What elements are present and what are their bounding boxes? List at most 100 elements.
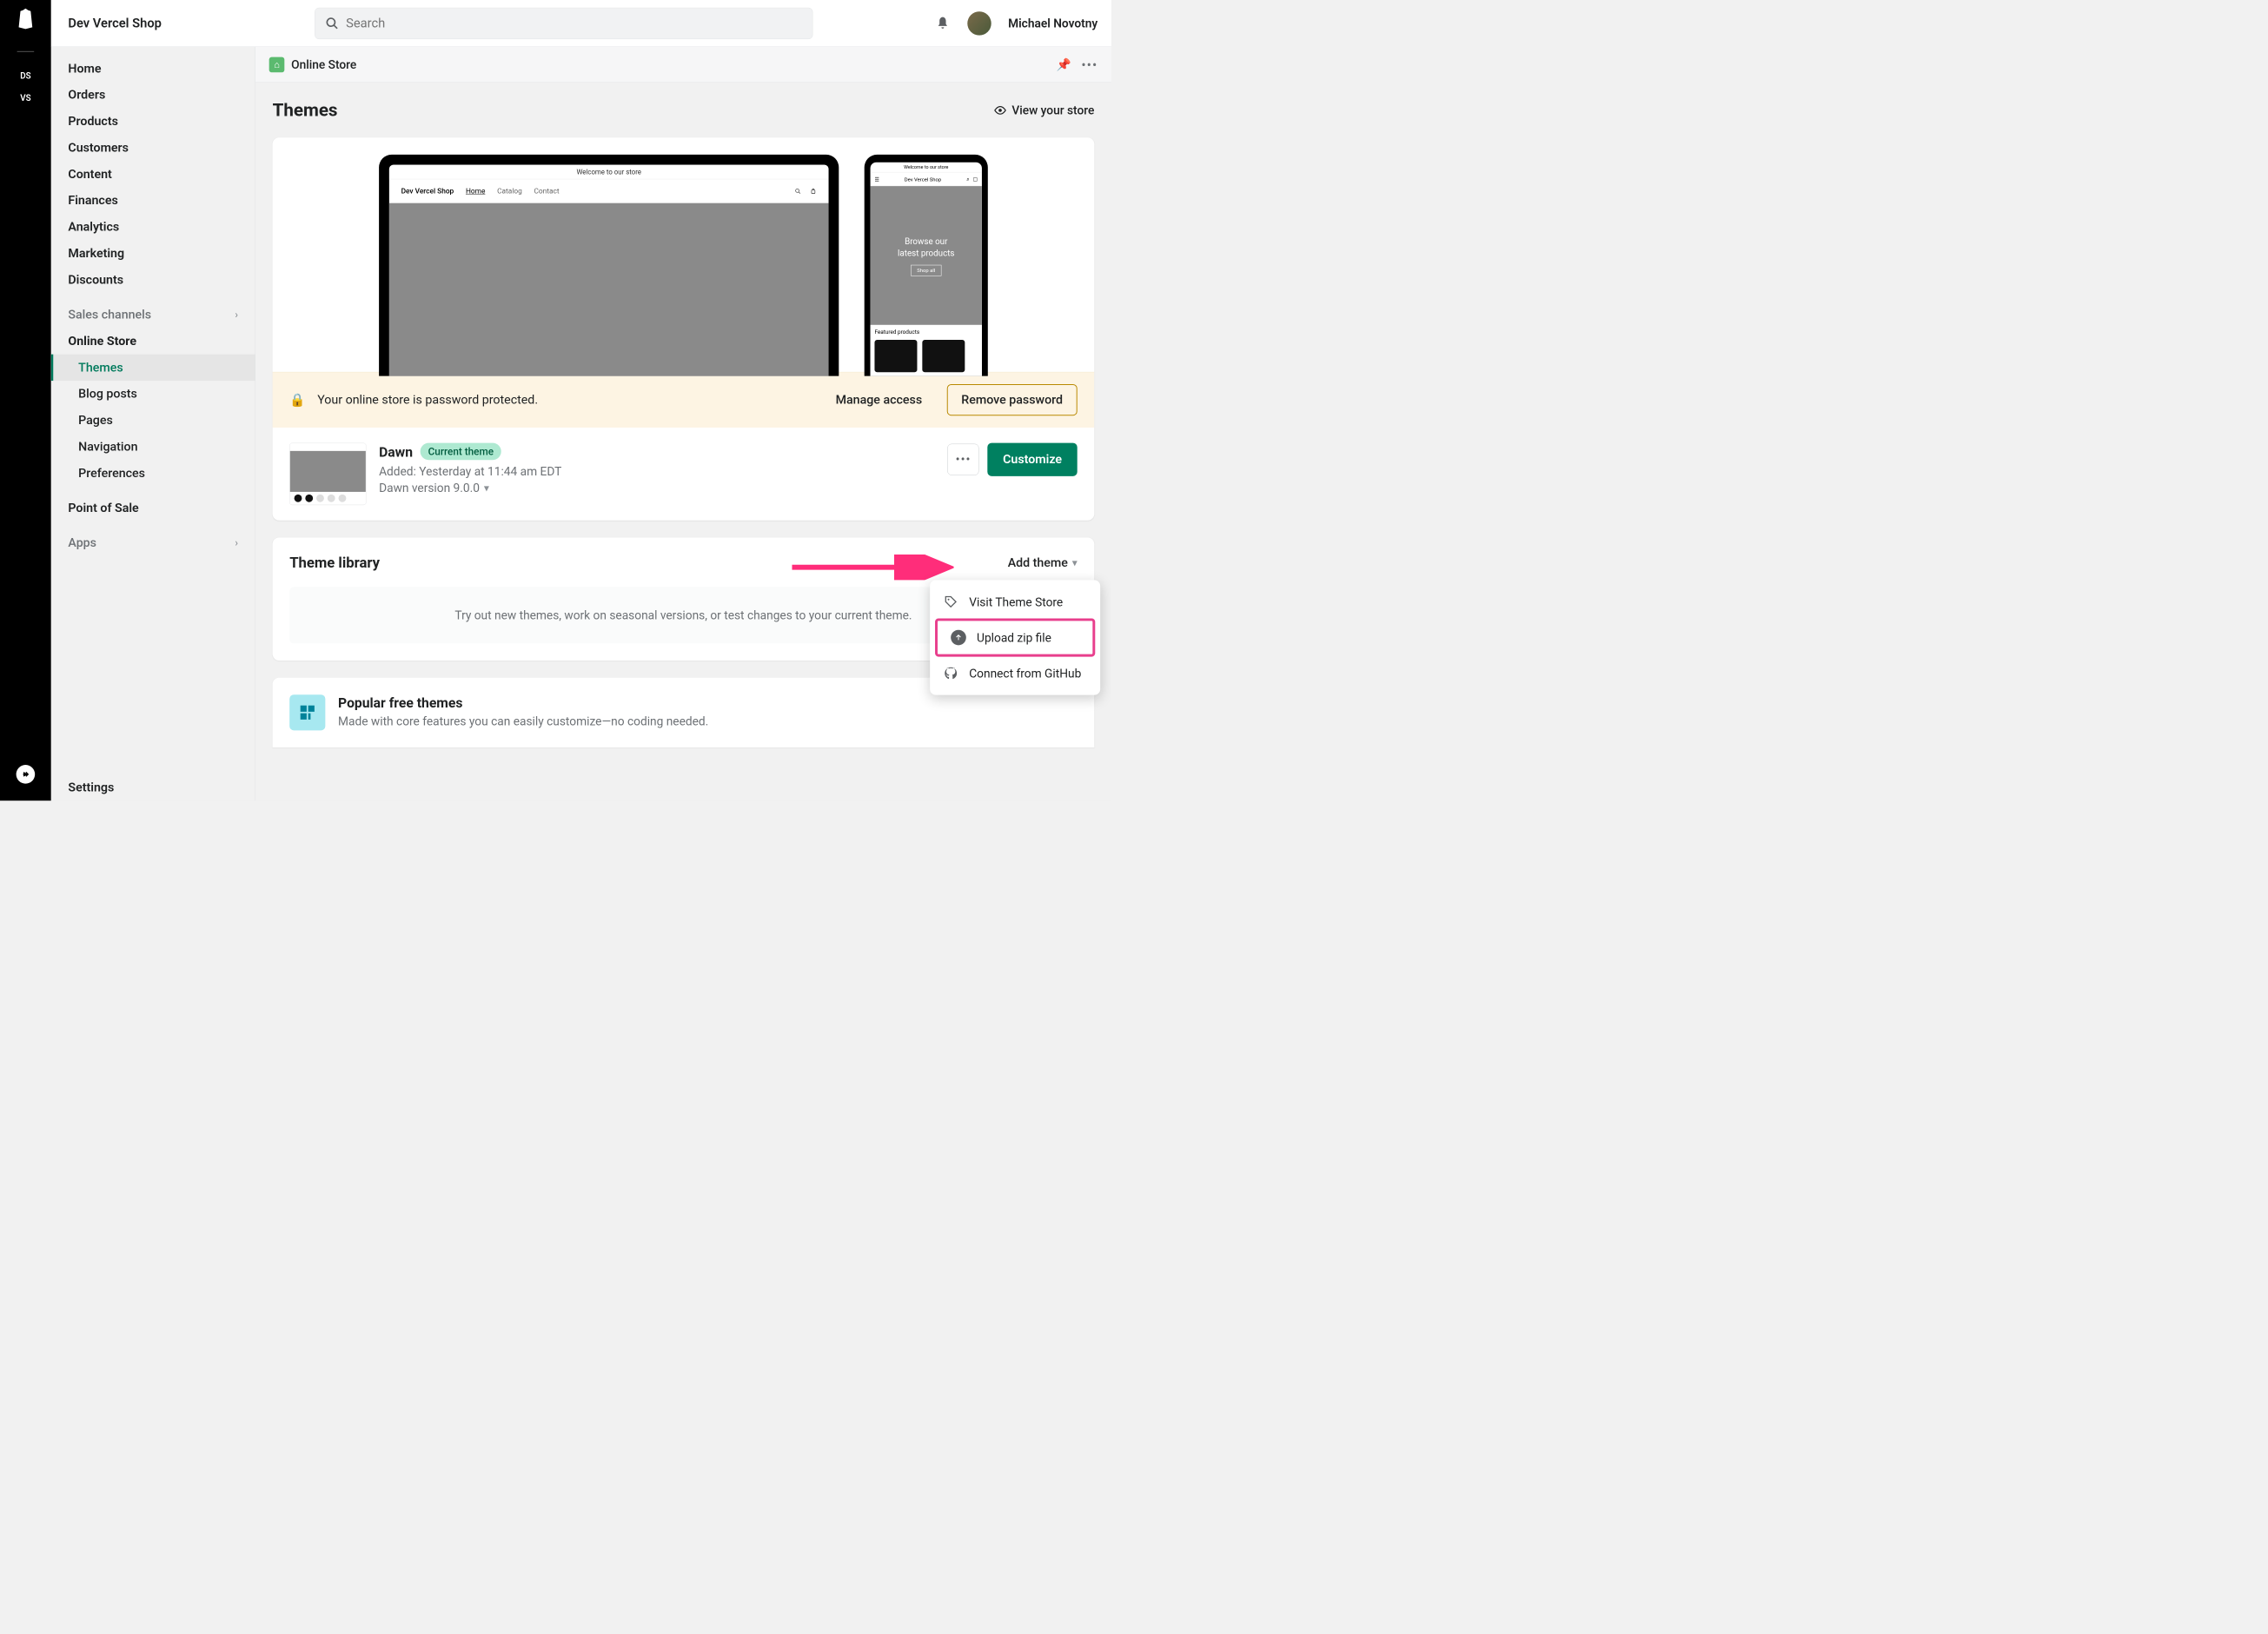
page-title: Themes [273,100,338,121]
rail-item-ds[interactable]: DS [20,70,30,81]
theme-library-card: Theme library Add theme ▾ Try out new th… [273,537,1095,661]
tag-icon [943,594,959,610]
bag-icon [810,188,817,195]
nav-home[interactable]: Home [51,56,255,82]
preview-welcome: Welcome to our store [389,165,829,180]
nav-discounts[interactable]: Discounts [51,267,255,293]
connect-github-item[interactable]: Connect from GitHub [930,657,1100,690]
sales-channels-label: Sales channels [68,308,151,322]
chevron-right-icon: › [235,309,238,321]
visit-theme-store-label: Visit Theme Store [969,594,1063,608]
product-thumb [922,340,965,372]
product-thumb [874,340,917,372]
nav-apps[interactable]: Apps › [51,530,255,556]
menu-icon: ☰ [874,176,879,183]
nav-orders[interactable]: Orders [51,82,255,108]
search-icon [794,188,801,195]
manage-access-link[interactable]: Manage access [836,393,923,408]
top-bar: Dev Vercel Shop Michael Novotny [51,0,1111,47]
view-store-link[interactable]: View your store [994,103,1095,117]
nav-themes[interactable]: Themes [51,355,255,381]
shop-name[interactable]: Dev Vercel Shop [68,16,162,30]
preview-brand: Dev Vercel Shop [401,187,454,196]
connect-github-label: Connect from GitHub [969,667,1081,681]
context-title: Online Store [291,57,356,71]
nav-online-store[interactable]: Online Store [51,328,255,354]
current-theme-badge: Current theme [421,443,501,461]
rail-expand-button[interactable] [17,765,36,784]
nav-content[interactable]: Content [51,161,255,187]
add-theme-button[interactable]: Add theme ▾ [1008,555,1078,570]
user-name[interactable]: Michael Novotny [1008,17,1098,30]
context-bar: ⌂ Online Store 📌 ••• [255,47,1111,83]
theme-version-label: Dawn version 9.0.0 [379,481,480,495]
search-icon [326,17,340,30]
grid-icon [289,694,325,730]
theme-thumbnail [289,443,366,506]
add-theme-label: Add theme [1008,555,1068,570]
nav-settings[interactable]: Settings [51,774,255,800]
nav-finances[interactable]: Finances [51,188,255,214]
preview-nav-home: Home [466,187,485,196]
theme-version[interactable]: Dawn version 9.0.0 ▾ [379,481,935,495]
left-rail: DS VS [0,0,51,800]
more-icon[interactable]: ••• [1081,56,1098,73]
pin-icon[interactable]: 📌 [1057,57,1071,71]
popular-desc: Made with core features you can easily c… [338,714,708,728]
avatar[interactable] [967,11,991,35]
current-theme-row: Dawn Current theme Added: Yesterday at 1… [273,428,1095,521]
eye-icon [994,103,1007,116]
preview-nav-catalog: Catalog [497,187,522,196]
banner-text: Your online store is password protected. [317,393,824,408]
nav-sales-channels[interactable]: Sales channels › [51,302,255,328]
caret-down-icon: ▾ [484,482,489,494]
nav-products[interactable]: Products [51,108,255,134]
lock-icon: 🔒 [289,393,305,408]
remove-password-button[interactable]: Remove password [947,384,1078,415]
search-field[interactable] [315,8,812,39]
visit-theme-store-item[interactable]: Visit Theme Store [930,585,1100,618]
github-icon [943,665,959,681]
theme-preview-card: Welcome to our store Dev Vercel Shop Hom… [273,137,1095,521]
nav-pages[interactable]: Pages [51,407,255,433]
customize-button[interactable]: Customize [987,443,1077,476]
nav-point-of-sale[interactable]: Point of Sale [51,495,255,521]
nav-blog-posts[interactable]: Blog posts [51,381,255,407]
mobile-brand: Dev Vercel Shop [905,176,941,183]
preview-nav-contact: Contact [534,187,559,196]
theme-added: Added: Yesterday at 11:44 am EDT [379,464,935,478]
upload-zip-label: Upload zip file [977,630,1051,644]
content-area: ⌂ Online Store 📌 ••• Themes View your st… [255,47,1111,800]
mobile-hero-line1: Browse our [905,235,947,247]
bell-icon[interactable] [935,16,951,31]
mobile-welcome: Welcome to our store [871,163,982,173]
theme-name: Dawn [379,444,413,461]
caret-down-icon: ▾ [1072,557,1078,569]
mobile-preview: Welcome to our store ☰ Dev Vercel Shop ⌕… [865,155,988,376]
search-icon: ⌕ [966,176,969,182]
theme-more-button[interactable]: ••• [947,444,978,475]
nav-marketing[interactable]: Marketing [51,240,255,266]
popular-title: Popular free themes [338,694,708,711]
search-input[interactable] [346,16,802,30]
annotation-arrow [792,555,953,580]
rail-item-vs[interactable]: VS [20,93,30,103]
password-banner: 🔒 Your online store is password protecte… [273,372,1095,428]
mobile-featured-label: Featured products [874,329,978,335]
upload-icon [951,629,967,646]
nav-analytics[interactable]: Analytics [51,214,255,240]
upload-zip-item[interactable]: Upload zip file [935,618,1095,656]
library-title: Theme library [289,555,380,572]
view-store-label: View your store [1011,103,1094,117]
bag-icon: ▢ [972,176,978,182]
nav-customers[interactable]: Customers [51,135,255,161]
shopify-logo[interactable] [15,9,36,30]
mobile-hero-line2: latest products [898,247,954,259]
chevron-right-icon: › [235,537,238,549]
nav-preferences[interactable]: Preferences [51,460,255,486]
mobile-shop-all: Shop all [911,265,942,276]
nav-navigation[interactable]: Navigation [51,434,255,460]
online-store-icon: ⌂ [269,56,285,72]
rail-divider [17,51,35,52]
apps-label: Apps [68,535,96,550]
